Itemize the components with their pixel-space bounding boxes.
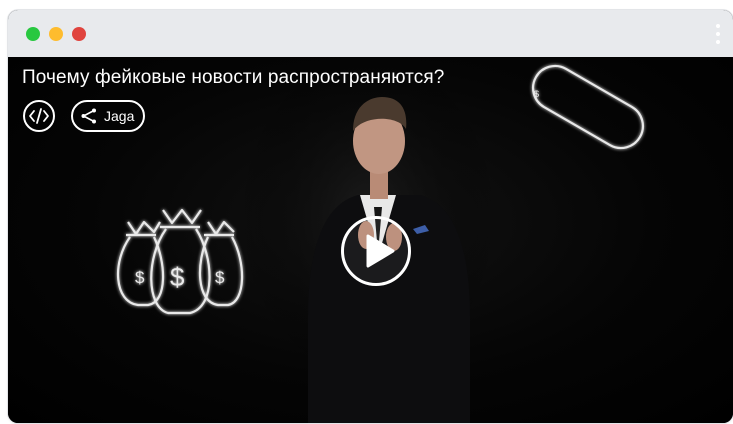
embed-button[interactable] (23, 100, 55, 132)
play-button[interactable] (341, 216, 411, 286)
share-icon (81, 108, 96, 124)
code-icon (29, 108, 49, 124)
money-bags-icon: $ $ $ (117, 208, 244, 315)
window-control-red[interactable] (72, 27, 86, 41)
window-control-green[interactable] (26, 27, 40, 41)
svg-text:$: $ (135, 268, 145, 287)
svg-text:$: $ (215, 268, 225, 287)
svg-text:$: $ (170, 262, 185, 292)
share-button-label: Jaga (104, 108, 135, 124)
video-player-window: $ $ $ $ Почему фейковые новости распрост… (8, 10, 733, 423)
svg-text:$: $ (534, 89, 539, 99)
video-frame[interactable]: $ $ $ $ Почему фейковые новости распрост… (8, 57, 733, 423)
kebab-menu-icon[interactable] (715, 22, 721, 46)
video-title: Почему фейковые новости распространяются… (22, 67, 445, 88)
title-bar (8, 10, 733, 57)
window-control-yellow[interactable] (49, 27, 63, 41)
neon-capsule-icon: $ (531, 64, 645, 150)
share-button[interactable]: Jaga (71, 100, 146, 132)
play-icon (366, 234, 395, 268)
